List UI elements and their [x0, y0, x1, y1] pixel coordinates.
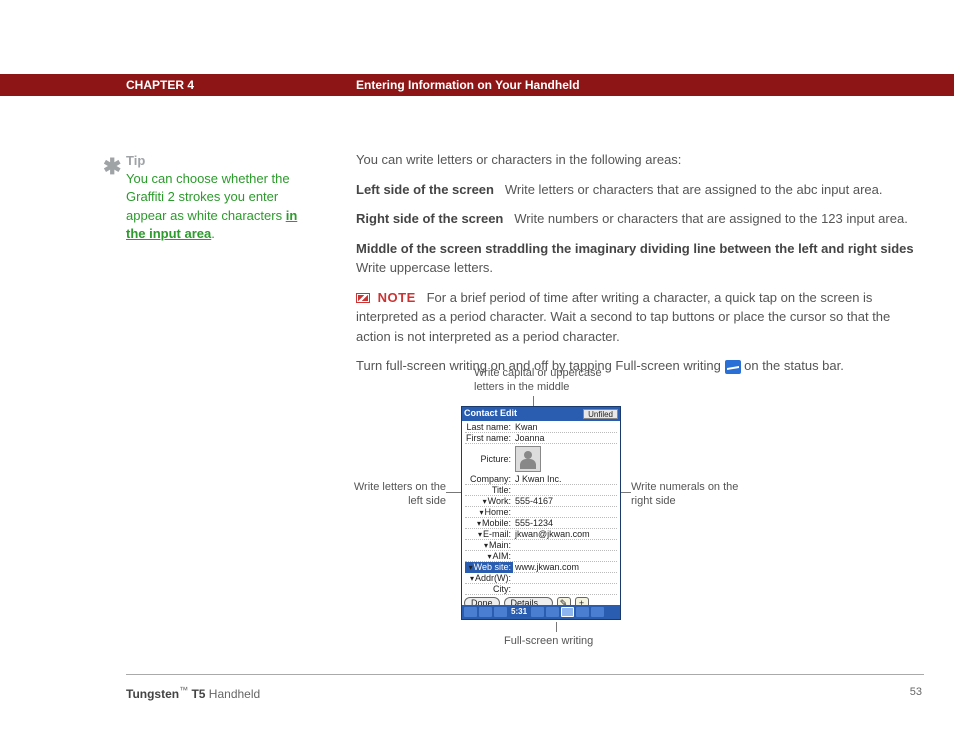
chapter-header: CHAPTER 4 Entering Information on Your H…: [0, 74, 954, 96]
field-label: Work:: [465, 496, 513, 507]
note-label: NOTE: [378, 290, 416, 305]
callout-right: Write numerals on the right side: [631, 480, 741, 509]
callout-top: Write capital or uppercase letters in th…: [474, 366, 604, 395]
tip-asterisk-icon: ✱: [103, 150, 121, 183]
field-value: 555-1234: [513, 518, 617, 529]
field-label-selected: Web site:: [465, 562, 513, 573]
sys-icon: [531, 607, 544, 617]
menu-icon: [494, 607, 507, 617]
field-label: First name:: [465, 433, 513, 444]
callout-bottom: Full-screen writing: [504, 634, 624, 648]
avatar-icon: [515, 446, 541, 472]
home-icon: [464, 607, 477, 617]
middle-para: Middle of the screen straddling the imag…: [356, 239, 916, 278]
intro-para: You can write letters or characters in t…: [356, 150, 916, 170]
note-flag-icon: [356, 293, 370, 303]
leader-line: [556, 622, 557, 632]
leader-line: [533, 396, 534, 406]
footer-text: Tungsten™ T5 Handheld: [126, 684, 260, 703]
tip-block: Tip You can choose whether the Graffiti …: [126, 152, 306, 243]
field-label: City:: [465, 584, 513, 595]
field-value: J Kwan Inc.: [513, 474, 617, 485]
fullscreen-writing-status-icon: [561, 607, 574, 617]
chapter-label: CHAPTER 4: [126, 76, 194, 94]
tip-text-after: .: [211, 226, 215, 241]
input-icon: [591, 607, 604, 617]
tip-text: You can choose whether the Graffiti 2 st…: [126, 171, 290, 222]
field-label: Company:: [465, 474, 513, 485]
device-screenshot: Contact Edit Unfiled Last name:Kwan Firs…: [461, 406, 621, 620]
device-status-bar: 5:31: [462, 605, 620, 619]
device-titlebar: Contact Edit Unfiled: [462, 407, 620, 421]
find-icon: [479, 607, 492, 617]
field-value: Kwan: [513, 422, 617, 433]
field-label: Mobile:: [465, 518, 513, 529]
right-side-para: Right side of the screen Write numbers o…: [356, 209, 916, 229]
footer-rule: [126, 674, 924, 675]
field-label: Home:: [465, 507, 513, 518]
status-time: 5:31: [509, 606, 529, 618]
page-number: 53: [910, 684, 922, 701]
field-value: jkwan@jkwan.com: [513, 529, 617, 540]
field-label: Addr(W):: [465, 573, 513, 584]
main-content: You can write letters or characters in t…: [356, 150, 916, 386]
field-value: 555-4167: [513, 496, 617, 507]
chapter-title: Entering Information on Your Handheld: [356, 76, 580, 94]
leader-line: [621, 492, 631, 493]
field-label: Title:: [465, 485, 513, 496]
field-label: Last name:: [465, 422, 513, 433]
field-label: E-mail:: [465, 529, 513, 540]
field-label: Main:: [465, 540, 513, 551]
figure-area: Write capital or uppercase letters in th…: [356, 360, 916, 650]
tip-label: Tip: [126, 153, 145, 168]
device-title: Contact Edit: [464, 407, 517, 421]
note-para: NOTE For a brief period of time after wr…: [356, 288, 916, 347]
bt-icon: [546, 607, 559, 617]
left-side-para: Left side of the screen Write letters or…: [356, 180, 916, 200]
field-value: Joanna: [513, 433, 617, 444]
field-value: www.jkwan.com: [513, 562, 617, 573]
field-label: Picture:: [465, 454, 513, 465]
callout-left: Write letters on the left side: [351, 480, 446, 509]
device-category: Unfiled: [583, 409, 618, 419]
field-label: AIM:: [465, 551, 513, 562]
alert-icon: [576, 607, 589, 617]
